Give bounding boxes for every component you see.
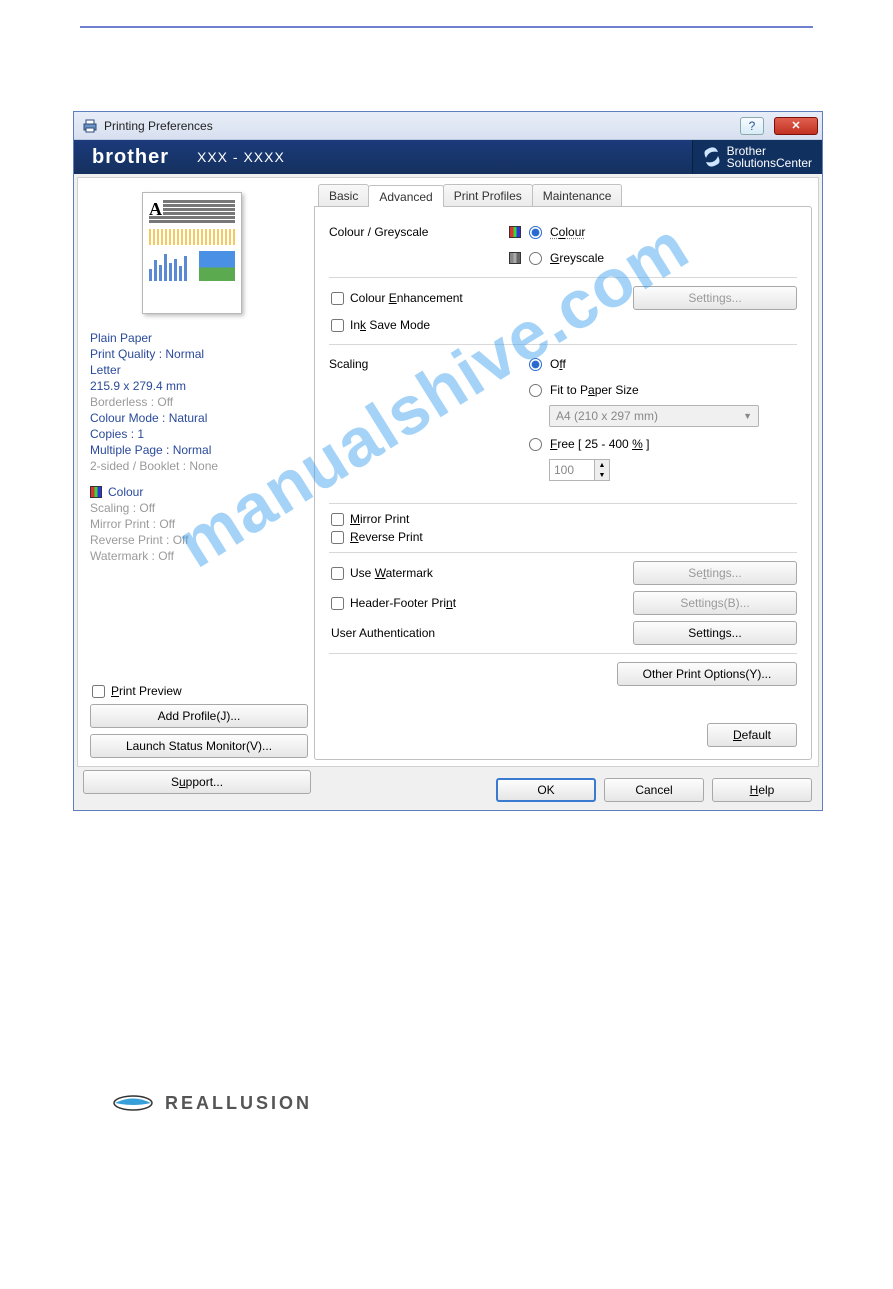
summary-borderless: Borderless : Off: [90, 394, 308, 410]
mirror-print-label: Mirror Print: [350, 512, 409, 526]
header-footer-checkbox[interactable]: Header-Footer Print: [329, 596, 589, 610]
reallusion-icon: [113, 1092, 153, 1114]
close-icon: ✕: [791, 119, 800, 132]
other-print-options-button[interactable]: Other Print Options(Y)...: [617, 662, 797, 686]
summary-colour: Colour: [108, 484, 143, 500]
right-pane: Basic Advanced Print Profiles Maintenanc…: [314, 184, 812, 760]
printer-icon: [82, 119, 98, 133]
header-footer-settings-button[interactable]: Settings(B)...: [633, 591, 797, 615]
page-divider: [80, 26, 813, 28]
titlebar: Printing Preferences ? ✕: [74, 112, 822, 140]
scaling-free-label: Free [ 25 - 400 % ]: [550, 437, 649, 451]
tab-maintenance[interactable]: Maintenance: [532, 184, 623, 206]
colour-radio[interactable]: [529, 226, 542, 239]
use-watermark-checkbox[interactable]: Use Watermark: [329, 566, 589, 580]
solutions-center-line2: SolutionsCenter: [727, 157, 812, 169]
use-watermark-label: Use Watermark: [350, 566, 433, 580]
colour-enhancement-settings-button[interactable]: Settings...: [633, 286, 797, 310]
default-button[interactable]: Default: [707, 723, 797, 747]
ink-save-checkbox[interactable]: Ink Save Mode: [329, 318, 430, 332]
scaling-free-value[interactable]: 100: [549, 459, 595, 481]
fit-paper-size-dropdown[interactable]: A4 (210 x 297 mm): [549, 405, 759, 427]
user-authentication-label: User Authentication: [329, 626, 595, 640]
summary-watermark: Watermark : Off: [90, 548, 308, 564]
colour-greyscale-label: Colour / Greyscale: [329, 225, 489, 239]
summary-papersize-dim: 215.9 x 279.4 mm: [90, 378, 308, 394]
tab-advanced[interactable]: Advanced: [368, 185, 443, 207]
summary-copies: Copies : 1: [90, 426, 308, 442]
scaling-off-label: Off: [550, 357, 566, 371]
tab-print-profiles[interactable]: Print Profiles: [443, 184, 533, 206]
titlebar-close-button[interactable]: ✕: [774, 117, 818, 135]
summary-quality: Print Quality : Normal: [90, 346, 308, 362]
colour-enhancement-checkbox[interactable]: Colour Enhancement: [329, 291, 589, 305]
model-name: XXX - XXXX: [197, 149, 285, 165]
summary-scaling: Scaling : Off: [90, 500, 308, 516]
reverse-print-checkbox[interactable]: Reverse Print: [329, 530, 797, 544]
print-preview-checkbox[interactable]: Print Preview: [90, 684, 308, 698]
user-auth-settings-button[interactable]: Settings...: [633, 621, 797, 645]
colour-enhancement-label: Colour Enhancement: [350, 291, 463, 305]
add-profile-button[interactable]: Add Profile(J)...: [90, 704, 308, 728]
reverse-print-label: Reverse Print: [350, 530, 423, 544]
header-footer-label: Header-Footer Print: [350, 596, 456, 610]
brand-bar: brother XXX - XXXX Brother SolutionsCent…: [74, 140, 822, 174]
colour-swatch-icon: [90, 486, 102, 498]
summary-duplex: 2-sided / Booklet : None: [90, 458, 308, 474]
summary-mirror: Mirror Print : Off: [90, 516, 308, 532]
colour-swatch-icon: [509, 226, 521, 238]
settings-summary: Plain Paper Print Quality : Normal Lette…: [90, 330, 308, 564]
greyscale-radio[interactable]: [529, 252, 542, 265]
reallusion-logo-block: REALLUSION: [113, 1092, 312, 1114]
reallusion-text: REALLUSION: [165, 1093, 312, 1114]
solutions-center-icon: [703, 146, 721, 168]
tab-basic[interactable]: Basic: [318, 184, 369, 206]
tab-strip: Basic Advanced Print Profiles Maintenanc…: [318, 184, 812, 206]
titlebar-help-button[interactable]: ?: [740, 117, 764, 135]
help-button[interactable]: Help: [712, 778, 812, 802]
titlebar-title: Printing Preferences: [104, 119, 734, 133]
scaling-free-spinner[interactable]: ▲▼: [595, 459, 610, 481]
scaling-off-radio[interactable]: [529, 358, 542, 371]
ink-save-label: Ink Save Mode: [350, 318, 430, 332]
summary-multipage: Multiple Page : Normal: [90, 442, 308, 458]
colour-radio-label: Colour: [550, 225, 585, 239]
page-preview-thumbnail: A: [142, 192, 242, 314]
scaling-label: Scaling: [329, 357, 489, 371]
fit-to-paper-radio[interactable]: [529, 384, 542, 397]
solutions-center-link[interactable]: Brother SolutionsCenter: [692, 140, 822, 174]
support-button[interactable]: Support...: [83, 770, 311, 794]
fit-to-paper-label: Fit to Paper Size: [550, 383, 639, 397]
printing-preferences-dialog: Printing Preferences ? ✕ brother XXX - X…: [73, 111, 823, 811]
summary-reverse: Reverse Print : Off: [90, 532, 308, 548]
summary-colourmode: Colour Mode : Natural: [90, 410, 308, 426]
summary-paper: Plain Paper: [90, 330, 308, 346]
print-preview-label: Print Preview: [111, 684, 182, 698]
summary-papersize-name: Letter: [90, 362, 308, 378]
left-pane: A Plain Paper Print Quality : Normal: [84, 184, 314, 760]
greyscale-radio-label: Greyscale: [550, 251, 604, 265]
advanced-tab-page: Colour / Greyscale Colour Greyscale: [314, 206, 812, 760]
greyscale-swatch-icon: [509, 252, 521, 264]
mirror-print-checkbox[interactable]: Mirror Print: [329, 512, 797, 526]
brand-logo: brother: [92, 146, 169, 169]
ok-button[interactable]: OK: [496, 778, 596, 802]
watermark-settings-button[interactable]: Settings...: [633, 561, 797, 585]
cancel-button[interactable]: Cancel: [604, 778, 704, 802]
launch-status-monitor-button[interactable]: Launch Status Monitor(V)...: [90, 734, 308, 758]
scaling-free-radio[interactable]: [529, 438, 542, 451]
